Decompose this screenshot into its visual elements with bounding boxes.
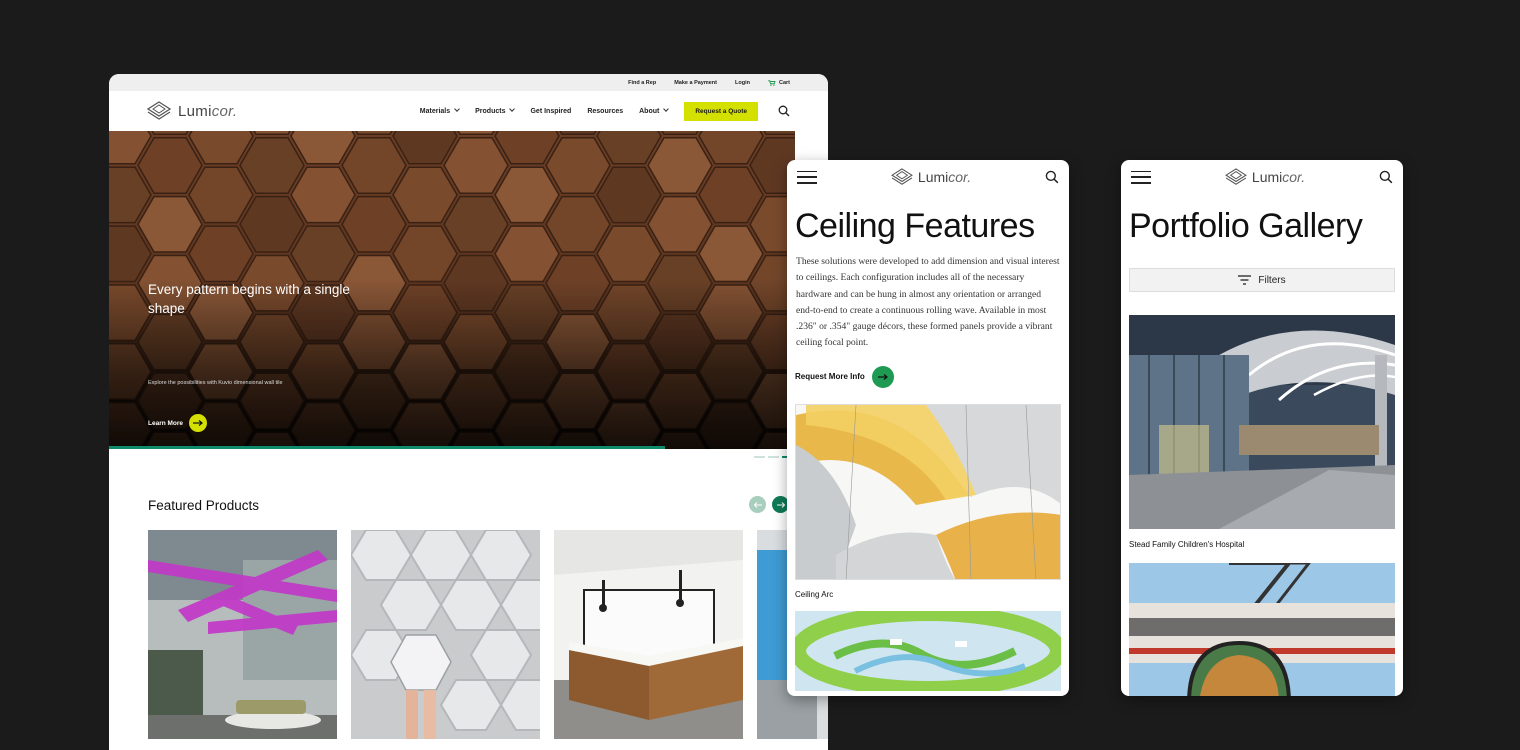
nav-products[interactable]: Products: [475, 108, 514, 115]
featured-carousel-nav: [749, 496, 789, 513]
mobile-ceiling-features: Lumicor. Ceiling Features These solution…: [787, 160, 1069, 696]
nav-about[interactable]: About: [639, 108, 668, 115]
product-card[interactable]: [351, 530, 540, 739]
hex-tile: [290, 225, 356, 283]
find-rep-link[interactable]: Find a Rep: [628, 80, 656, 86]
carousel-dots: [754, 456, 788, 458]
hex-tile: [545, 136, 611, 194]
hex-tile: [647, 195, 713, 253]
request-quote-button[interactable]: Request a Quote: [684, 101, 758, 121]
ceiling-arc-image[interactable]: [795, 403, 1061, 580]
prev-arrow-button[interactable]: [749, 496, 766, 513]
hex-tile: [443, 195, 509, 253]
product-image-marble-hex: [351, 530, 540, 739]
mobile-portfolio-gallery: Lumicor. Portfolio Gallery Filters Stead…: [1121, 160, 1403, 696]
hamburger-menu-icon[interactable]: [797, 170, 817, 184]
cart-link[interactable]: Cart: [768, 80, 790, 86]
make-payment-link[interactable]: Make a Payment: [674, 80, 717, 86]
hex-tile: [188, 225, 254, 283]
main-navbar: Lumicor. Materials Products Get Inspired…: [109, 91, 828, 131]
logo-mark-icon: [891, 168, 913, 185]
product-card[interactable]: [554, 530, 743, 739]
hero-title: Every pattern begins with a single shape: [148, 282, 350, 316]
gallery-item-caption: Stead Family Children's Hospital: [1129, 540, 1245, 549]
product-card[interactable]: [148, 530, 337, 739]
hex-tile: [239, 195, 305, 253]
hex-tile: [698, 166, 764, 224]
logo-mark-icon: [1225, 168, 1247, 185]
hex-tile: [494, 166, 560, 224]
search-icon[interactable]: [1045, 170, 1059, 184]
arrow-right-icon: [871, 365, 894, 388]
logo-suffix: cor.: [948, 169, 972, 185]
ceiling-arc-caption: Ceiling Arc: [795, 589, 834, 599]
nav-resources[interactable]: Resources: [587, 108, 623, 115]
ceiling-feature-image-2[interactable]: [795, 610, 1061, 691]
cart-label: Cart: [778, 79, 790, 86]
learn-more-label: Learn More: [148, 419, 184, 427]
logo-text: Lumi: [917, 169, 949, 185]
learn-more-button[interactable]: Learn More: [148, 414, 208, 432]
nav-materials[interactable]: Materials: [420, 108, 459, 115]
lumicor-logo[interactable]: Lumicor.: [891, 168, 971, 186]
page-title: Portfolio Gallery: [1129, 207, 1363, 245]
hex-tile: [596, 166, 662, 224]
featured-products-list: [148, 530, 828, 739]
nav-get-inspired[interactable]: Get Inspired: [530, 108, 571, 115]
logo-mark-icon: [147, 101, 171, 120]
hex-tile: [239, 136, 305, 194]
login-link[interactable]: Login: [735, 80, 750, 86]
request-more-info-button[interactable]: Request More Info: [787, 352, 1069, 388]
gallery-item-image[interactable]: [1129, 563, 1395, 696]
hex-tile: [596, 225, 662, 283]
mobile-header: Lumicor.: [1121, 160, 1403, 194]
hex-tile: [698, 225, 764, 283]
hamburger-menu-icon[interactable]: [1131, 170, 1151, 184]
desktop-mockup: Find a Rep Make a Payment Login Cart Lum…: [109, 74, 828, 750]
hex-tile: [188, 166, 254, 224]
gallery-item-image[interactable]: [1129, 315, 1395, 529]
filter-icon: [1238, 275, 1252, 285]
hex-tile: [647, 136, 713, 194]
hex-tile: [137, 136, 203, 194]
lumicor-logo[interactable]: Lumicor.: [1225, 168, 1305, 186]
logo-suffix: cor.: [1282, 169, 1306, 185]
hex-tile: [392, 166, 458, 224]
hex-tile: [341, 195, 407, 253]
arrow-right-icon: [189, 414, 208, 432]
hex-tile: [137, 195, 203, 253]
utility-nav: Find a Rep Make a Payment Login Cart: [109, 74, 828, 91]
mobile-header: Lumicor.: [787, 160, 1069, 194]
carousel-dot[interactable]: [768, 456, 779, 458]
hero-subtitle: Explore the possibilities with Kuvio dim…: [148, 380, 283, 386]
search-icon[interactable]: [778, 105, 790, 117]
lumicor-logo[interactable]: Lumicor.: [147, 101, 237, 121]
filters-label: Filters: [1258, 274, 1286, 286]
logo-suffix: cor.: [211, 102, 238, 120]
ceiling-ring-photo: [795, 610, 1061, 691]
product-image-reception: [554, 530, 743, 739]
primary-nav: Materials Products Get Inspired Resource…: [420, 101, 790, 121]
logo-text: Lumi: [1251, 169, 1283, 185]
transit-station-photo: [1129, 563, 1395, 696]
carousel-dot[interactable]: [754, 456, 765, 458]
hex-tile: [392, 225, 458, 283]
logo-text: Lumi: [178, 102, 212, 120]
featured-products-heading: Featured Products: [148, 498, 260, 513]
hex-tile: [341, 136, 407, 194]
ceiling-arc-photo: [796, 404, 1060, 579]
search-icon[interactable]: [1379, 170, 1393, 184]
product-image-lobby-pink: [148, 530, 337, 739]
request-more-info-label: Request More Info: [795, 372, 865, 382]
filters-button[interactable]: Filters: [1129, 268, 1395, 292]
hex-tile: [290, 166, 356, 224]
hex-tile: [545, 195, 611, 253]
hero-progress-bar: [109, 446, 665, 449]
hospital-entrance-photo: [1129, 315, 1395, 529]
hex-tile: [443, 136, 509, 194]
page-title: Ceiling Features: [795, 207, 1035, 245]
page-description: These solutions were developed to add di…: [796, 256, 1060, 349]
cart-icon: [768, 79, 776, 86]
hex-tile: [494, 225, 560, 283]
